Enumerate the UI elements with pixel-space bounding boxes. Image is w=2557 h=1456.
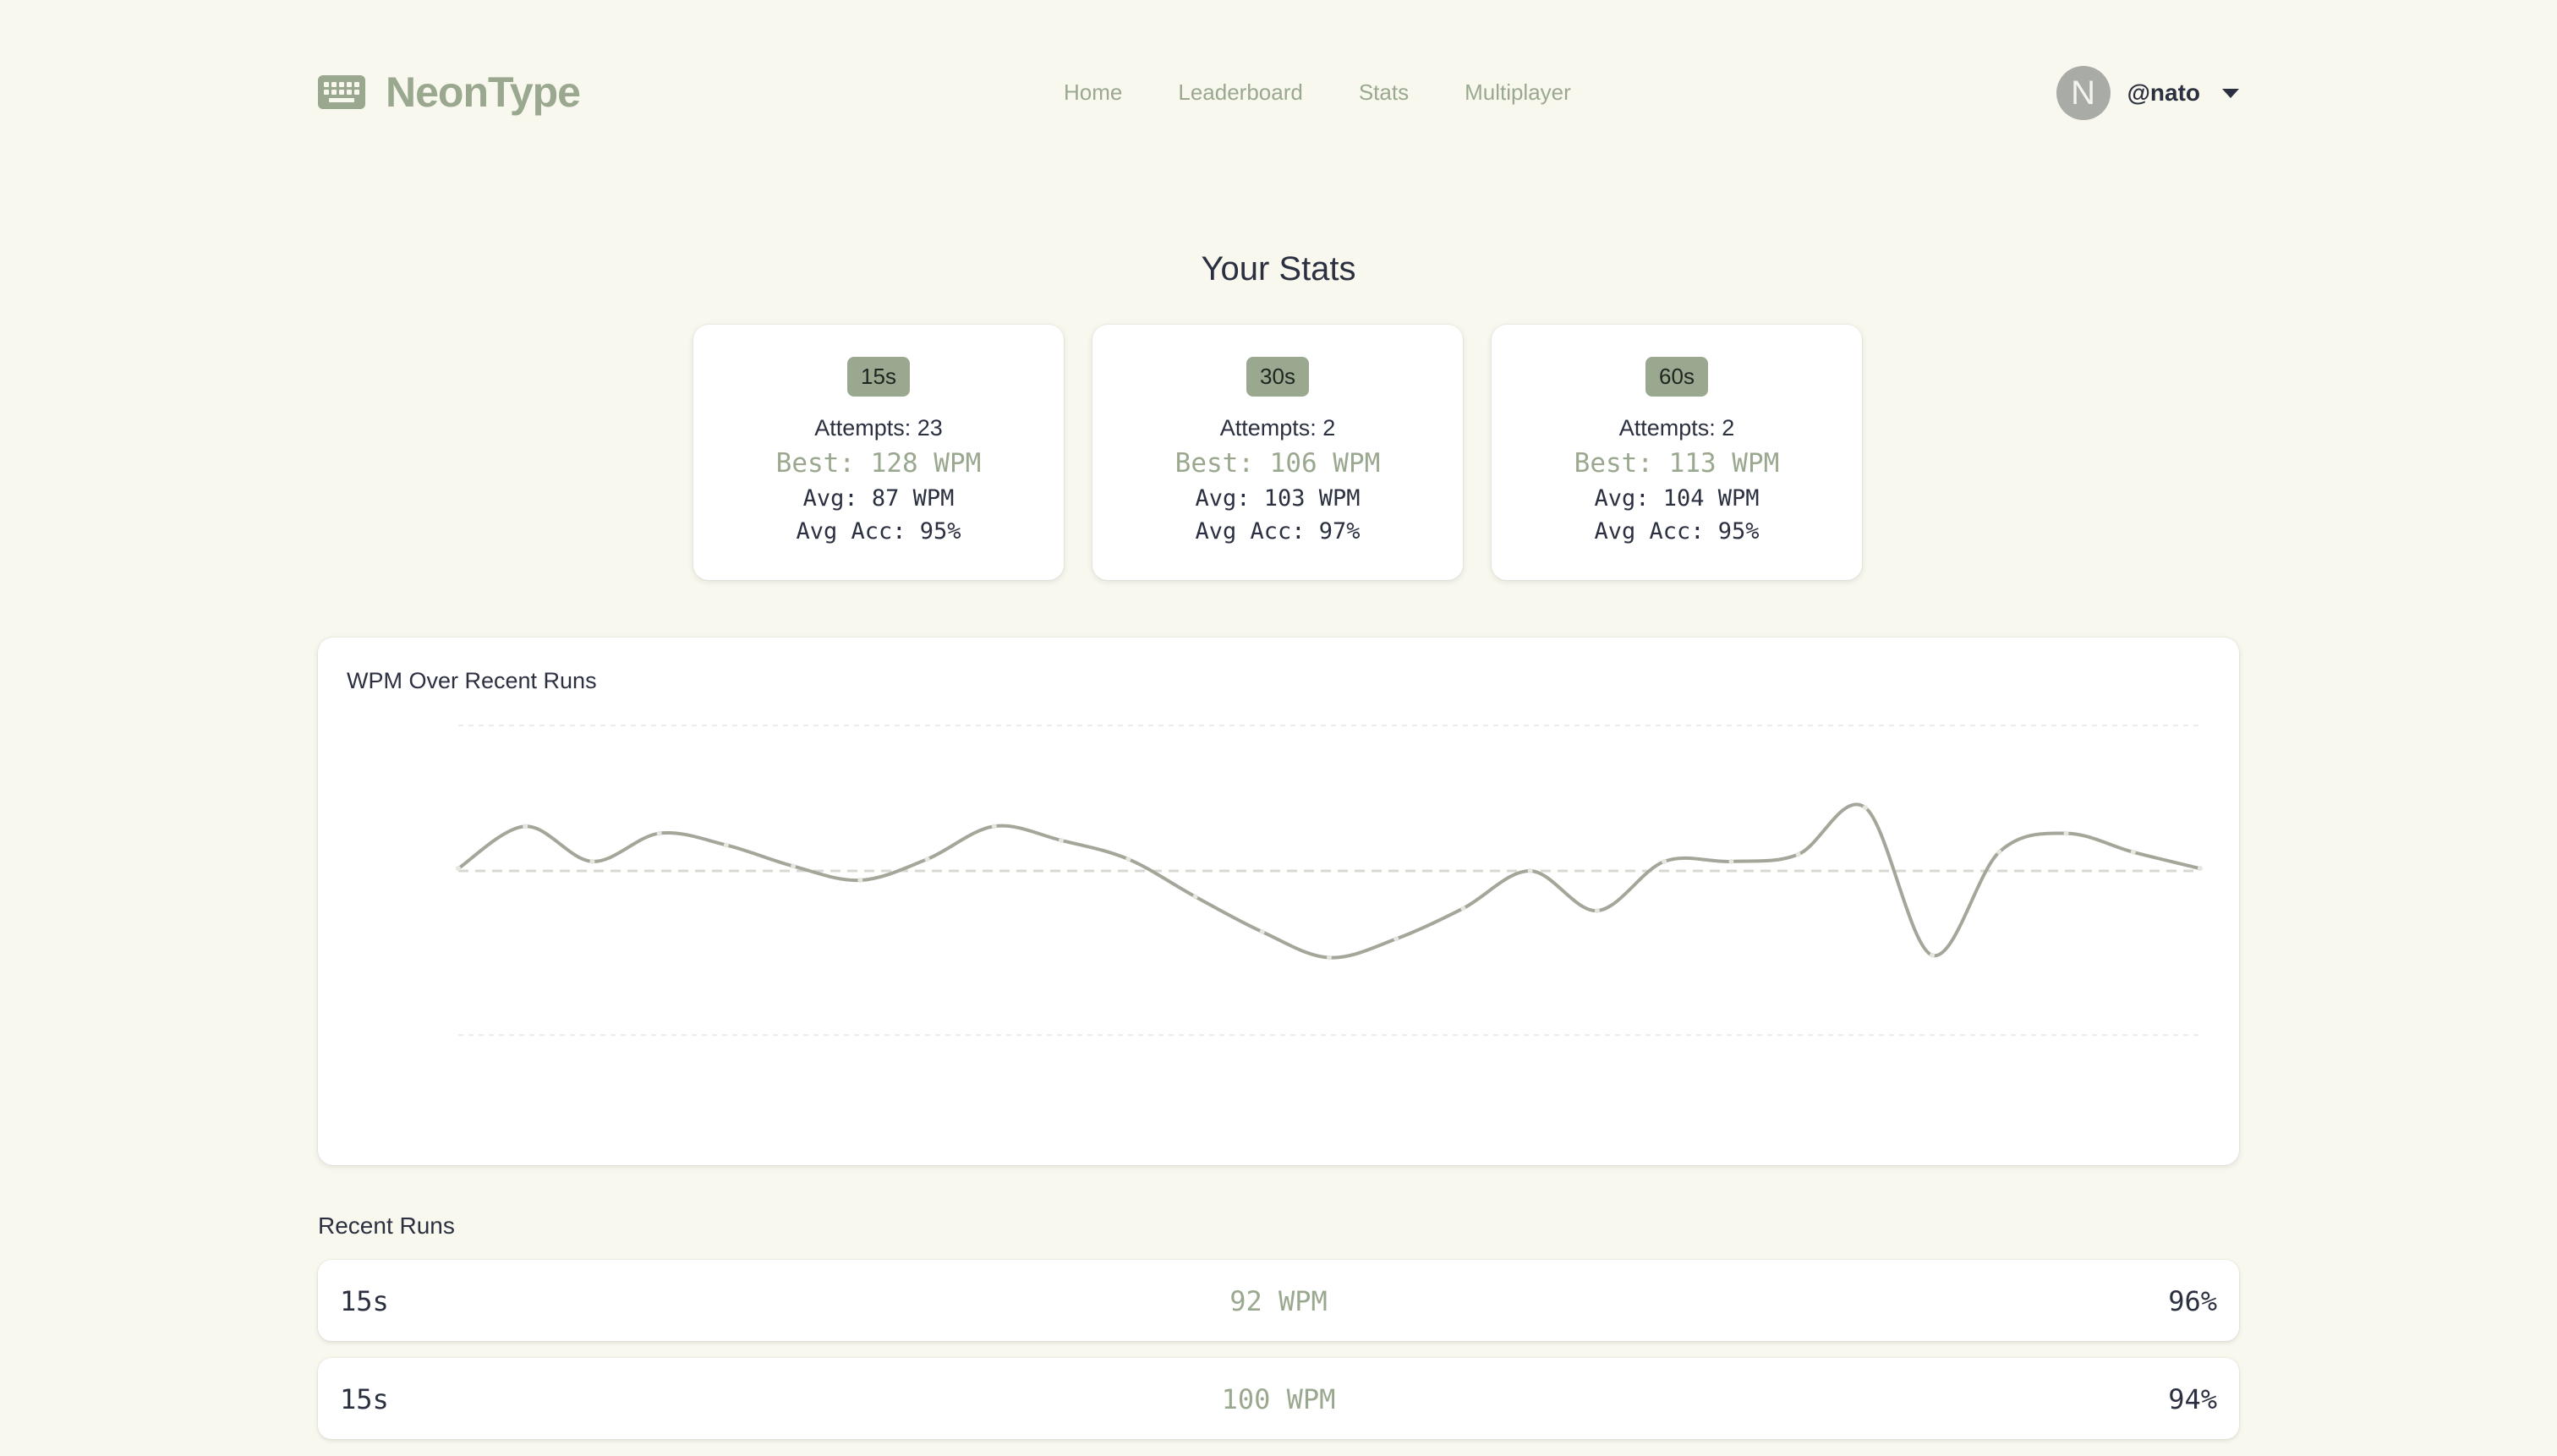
chart-point-23[interactable] [1930, 952, 1936, 958]
chart-point-10[interactable] [1059, 837, 1065, 843]
chart-point-26[interactable] [2130, 849, 2136, 855]
best-wpm: Best: 113 WPM [1574, 448, 1780, 479]
mode-badge: 30s [1246, 357, 1309, 397]
chart-points [456, 805, 2203, 961]
best-wpm: Best: 106 WPM [1174, 448, 1381, 479]
avg-accuracy: Avg Acc: 95% [796, 518, 961, 545]
avatar[interactable]: N [2056, 66, 2111, 120]
stat-card-60s: 60s Attempts: 2 Best: 113 WPM Avg: 104 W… [1492, 325, 1862, 580]
chart-point-1[interactable] [456, 866, 461, 872]
chart-point-27[interactable] [2198, 866, 2203, 872]
chart-point-19[interactable] [1662, 858, 1667, 864]
chart-point-17[interactable] [1527, 868, 1533, 873]
run-wpm: 92 WPM [1229, 1285, 1328, 1317]
chart-grid [458, 725, 2200, 1037]
chart-point-22[interactable] [1862, 805, 1868, 811]
username[interactable]: @nato [2127, 79, 2200, 107]
avg-wpm: Avg: 103 WPM [1195, 485, 1361, 512]
chart-point-5[interactable] [723, 842, 729, 848]
run-accuracy: 96% [2168, 1285, 2217, 1317]
chart-point-3[interactable] [589, 858, 595, 864]
best-wpm: Best: 128 WPM [775, 448, 982, 479]
chart-point-8[interactable] [924, 857, 930, 862]
main-nav: Home Leaderboard Stats Multiplayer [1064, 79, 1571, 106]
chart-point-9[interactable] [991, 824, 997, 829]
recent-runs-title: Recent Runs [318, 1212, 455, 1239]
page-title: Your Stats [1201, 250, 1356, 287]
chart-point-11[interactable] [1125, 857, 1131, 862]
app-name: NeonType [386, 68, 581, 116]
run-accuracy: 94% [2168, 1383, 2217, 1415]
chart-point-18[interactable] [1594, 908, 1600, 914]
chart-point-24[interactable] [1996, 849, 2002, 855]
brand-logo[interactable]: NeonType [318, 68, 581, 117]
chart-point-16[interactable] [1460, 906, 1466, 911]
chart-point-4[interactable] [656, 830, 662, 836]
mode-badge: 15s [847, 357, 910, 397]
attempts-count: Attempts: 23 [814, 415, 943, 441]
chevron-down-icon[interactable] [2222, 88, 2239, 98]
stats-page: NeonType Home Leaderboard Stats Multipla… [318, 0, 2239, 1449]
list-item[interactable]: 15s 92 WPM 96% [318, 1260, 2239, 1341]
stats-cards: 15s Attempts: 23 Best: 128 WPM Avg: 87 W… [693, 325, 1862, 580]
attempts-count: Attempts: 2 [1219, 415, 1336, 441]
avg-wpm: Avg: 87 WPM [802, 485, 955, 512]
wpm-chart-card: WPM Over Recent Runs [318, 638, 2239, 1165]
nav-leaderboard[interactable]: Leaderboard [1178, 79, 1302, 106]
chart-point-6[interactable] [791, 863, 797, 869]
run-wpm: 100 WPM [1221, 1383, 1336, 1415]
chart-point-14[interactable] [1327, 955, 1332, 961]
chart-point-7[interactable] [857, 878, 863, 884]
user-menu[interactable]: N @nato [2056, 66, 2239, 120]
chart-point-15[interactable] [1393, 936, 1399, 942]
attempts-count: Attempts: 2 [1618, 415, 1735, 441]
chart-point-12[interactable] [1192, 894, 1198, 900]
stat-card-30s: 30s Attempts: 2 Best: 106 WPM Avg: 103 W… [1092, 325, 1463, 580]
wpm-chart [456, 725, 2203, 1037]
nav-multiplayer[interactable]: Multiplayer [1465, 79, 1571, 106]
nav-stats[interactable]: Stats [1359, 79, 1409, 106]
avg-accuracy: Avg Acc: 97% [1195, 518, 1361, 545]
chart-point-13[interactable] [1259, 929, 1265, 935]
avg-accuracy: Avg Acc: 95% [1594, 518, 1760, 545]
chart-point-25[interactable] [2063, 830, 2069, 836]
header: NeonType Home Leaderboard Stats Multipla… [318, 61, 2239, 129]
chart-point-2[interactable] [523, 824, 528, 829]
chart-point-21[interactable] [1795, 851, 1801, 857]
nav-home[interactable]: Home [1064, 79, 1122, 106]
keyboard-icon [318, 75, 365, 109]
chart-series-line [457, 802, 2201, 960]
stat-card-15s: 15s Attempts: 23 Best: 128 WPM Avg: 87 W… [693, 325, 1064, 580]
avg-wpm: Avg: 104 WPM [1594, 485, 1760, 512]
list-item[interactable]: 15s 100 WPM 94% [318, 1358, 2239, 1439]
recent-runs-list: 15s 92 WPM 96% 15s 100 WPM 94% [318, 1260, 2239, 1456]
mode-badge: 60s [1645, 357, 1708, 397]
chart-point-20[interactable] [1728, 858, 1734, 864]
